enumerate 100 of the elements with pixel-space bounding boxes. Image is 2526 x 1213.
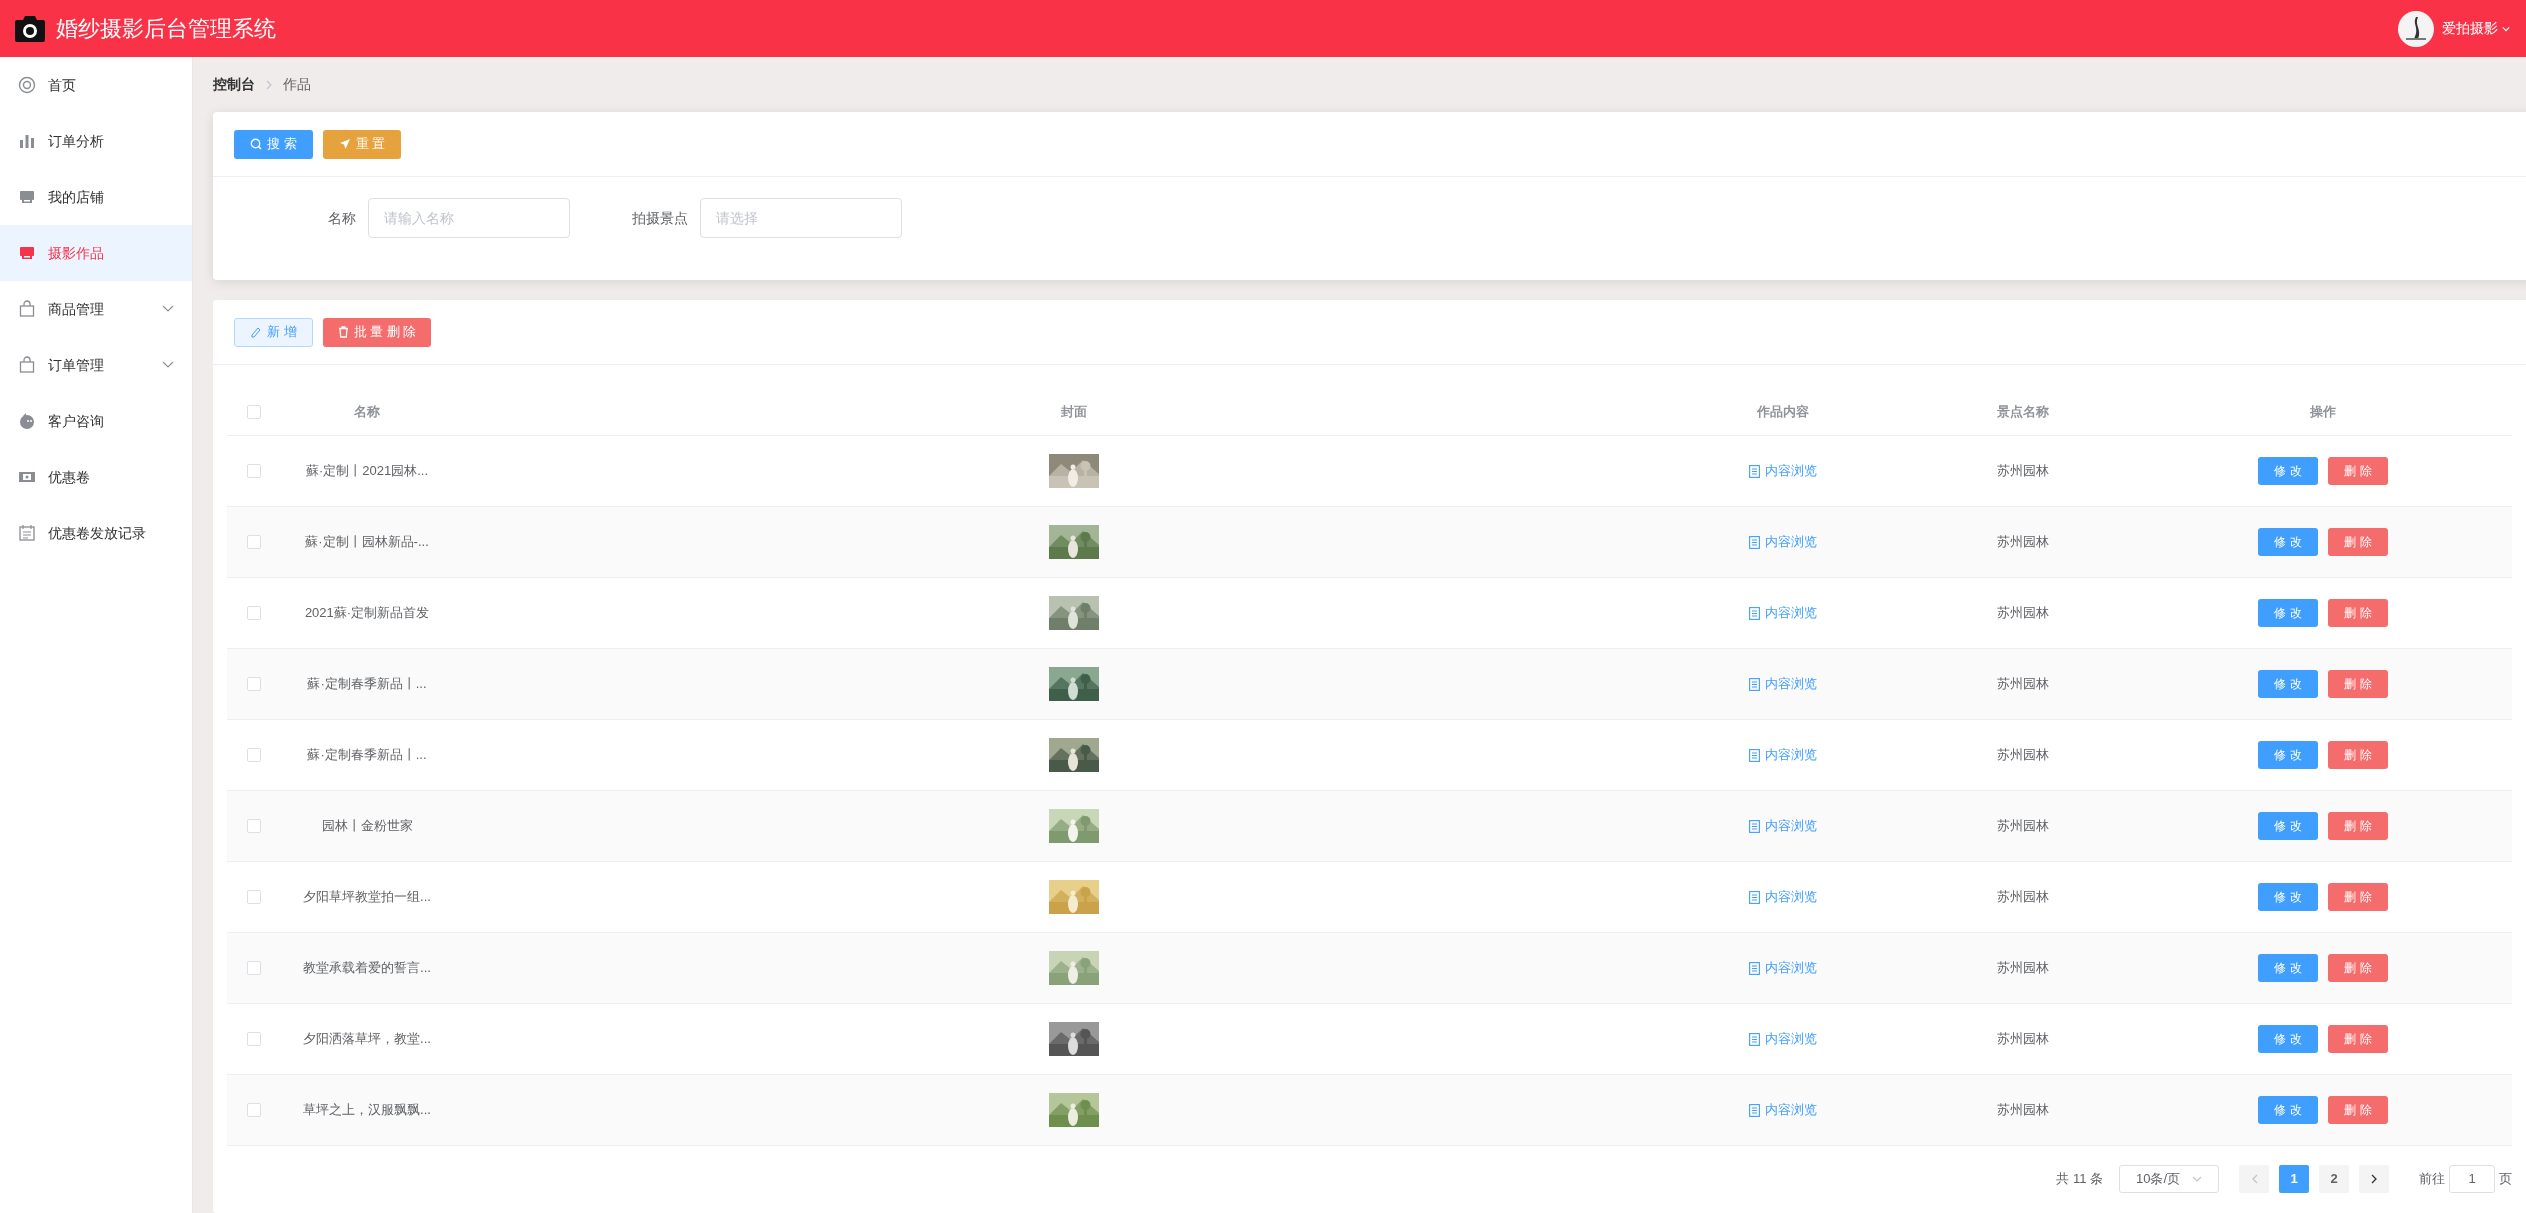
sidebar-item[interactable]: 订单分析 xyxy=(0,113,192,169)
user-menu[interactable]: 爱拍摄影 xyxy=(2442,18,2512,39)
page-button[interactable]: 1 xyxy=(2279,1165,2309,1193)
bar-chart-icon xyxy=(18,132,36,150)
sidebar-item[interactable]: 摄影作品 xyxy=(0,225,192,281)
view-content-link[interactable]: 内容浏览 xyxy=(1749,461,1817,481)
checkbox[interactable] xyxy=(247,464,261,478)
sidebar-item[interactable]: 首页 xyxy=(0,57,192,113)
breadcrumb-item[interactable]: 控制台 xyxy=(213,74,255,95)
column-header: 作品内容 xyxy=(1757,402,1809,421)
sidebar-item[interactable]: 客户咨询 xyxy=(0,393,192,449)
goto-label: 前往 xyxy=(2419,1170,2445,1189)
sidebar-item[interactable]: 订单管理 xyxy=(0,337,192,393)
edit-button[interactable]: 修 改 xyxy=(2258,883,2318,911)
input-field[interactable]: 请输入名称 xyxy=(368,198,570,238)
view-content-link[interactable]: 内容浏览 xyxy=(1749,1100,1817,1120)
table-cell-text: 夕阳草坪教堂拍一组... xyxy=(303,888,431,907)
sidebar-item[interactable]: 商品管理 xyxy=(0,281,192,337)
delete-button[interactable]: 删 除 xyxy=(2328,457,2388,485)
checkbox[interactable] xyxy=(247,890,261,904)
checkbox[interactable] xyxy=(247,535,261,549)
edit-button[interactable]: 修 改 xyxy=(2258,741,2318,769)
chevron-right-icon xyxy=(265,79,273,90)
page-size-select[interactable]: 10条/页 xyxy=(2119,1165,2219,1193)
edit-button[interactable]: 修 改 xyxy=(2258,599,2318,627)
table-cell-text: 苏州园林 xyxy=(1997,888,2049,907)
checkbox[interactable] xyxy=(247,606,261,620)
document-icon xyxy=(1749,606,1760,620)
delete-button[interactable]: 删 除 xyxy=(2328,1025,2388,1053)
select-field[interactable]: 请选择 xyxy=(700,198,902,238)
sidebar-item[interactable]: 我的店铺 xyxy=(0,169,192,225)
table-cell-text: 苏州园林 xyxy=(1997,746,2049,765)
column-header: 名称 xyxy=(354,402,380,421)
delete-button[interactable]: 删 除 xyxy=(2328,954,2388,982)
checkbox[interactable] xyxy=(247,1103,261,1117)
checkbox[interactable] xyxy=(247,1032,261,1046)
edit-button[interactable]: 修 改 xyxy=(2258,528,2318,556)
document-icon xyxy=(1749,677,1760,691)
delete-button[interactable]: 删 除 xyxy=(2328,1096,2388,1124)
table-cell-text: 苏州园林 xyxy=(1997,1030,2049,1049)
camera-icon xyxy=(14,14,46,43)
table-cell-text: 园林丨金粉世家 xyxy=(321,817,413,836)
batch-delete-button[interactable]: 批 量 删 除 xyxy=(322,317,432,347)
sidebar-item[interactable]: 优惠卷发放记录 xyxy=(0,505,192,561)
circle-icon xyxy=(18,76,36,94)
table-cell-text: 苏州园林 xyxy=(1997,817,2049,836)
view-content-link[interactable]: 内容浏览 xyxy=(1749,1029,1817,1049)
edit-button[interactable]: 修 改 xyxy=(2258,457,2318,485)
document-icon xyxy=(1749,1032,1760,1046)
page-button[interactable]: 2 xyxy=(2319,1165,2349,1193)
delete-button[interactable]: 删 除 xyxy=(2328,741,2388,769)
delete-button[interactable]: 删 除 xyxy=(2328,528,2388,556)
shop-icon xyxy=(18,244,36,262)
next-page-button[interactable] xyxy=(2359,1165,2389,1193)
checkbox[interactable] xyxy=(247,961,261,975)
view-content-link[interactable]: 内容浏览 xyxy=(1749,745,1817,765)
delete-button[interactable]: 删 除 xyxy=(2328,599,2388,627)
view-content-link[interactable]: 内容浏览 xyxy=(1749,887,1817,907)
view-content-link[interactable]: 内容浏览 xyxy=(1749,532,1817,552)
edit-button[interactable]: 修 改 xyxy=(2258,812,2318,840)
edit-button[interactable]: 修 改 xyxy=(2258,1025,2318,1053)
reset-button[interactable]: 重 置 xyxy=(322,129,402,159)
sidebar-item[interactable]: 优惠卷 xyxy=(0,449,192,505)
checkbox[interactable] xyxy=(247,677,261,691)
checkbox[interactable] xyxy=(247,748,261,762)
checkbox[interactable] xyxy=(247,404,261,419)
document-icon xyxy=(1749,890,1760,904)
table-cell-text: 2021蘇·定制新品首发 xyxy=(304,604,430,623)
chevron-down-icon xyxy=(2192,1176,2202,1182)
breadcrumb-item: 作品 xyxy=(283,75,311,94)
table-cell-text: 蘇·定制丨园林新品-... xyxy=(305,533,429,552)
column-header: 封面 xyxy=(1061,402,1087,421)
table-cell-text: 教堂承载着爱的誓言... xyxy=(303,959,431,978)
view-content-link[interactable]: 内容浏览 xyxy=(1749,816,1817,836)
edit-button[interactable]: 修 改 xyxy=(2258,670,2318,698)
view-content-link[interactable]: 内容浏览 xyxy=(1749,603,1817,623)
document-icon xyxy=(1749,464,1760,478)
search-icon xyxy=(250,138,262,150)
table-cell-text: 夕阳洒落草坪，教堂... xyxy=(303,1030,431,1049)
calendar-icon xyxy=(18,524,36,542)
edit-button[interactable]: 修 改 xyxy=(2258,1096,2318,1124)
table-cell-text: 蘇·定制春季新品丨... xyxy=(307,675,427,694)
document-icon xyxy=(1749,1103,1760,1117)
paper-plane-icon xyxy=(338,138,351,150)
edit-button[interactable]: 修 改 xyxy=(2258,954,2318,982)
delete-button[interactable]: 删 除 xyxy=(2328,670,2388,698)
view-content-link[interactable]: 内容浏览 xyxy=(1749,674,1817,694)
search-button[interactable]: 搜 索 xyxy=(234,129,313,159)
document-icon xyxy=(1749,748,1760,762)
checkbox[interactable] xyxy=(247,819,261,833)
document-icon xyxy=(1749,961,1760,975)
chevron-down-icon xyxy=(162,361,174,369)
page-number-field[interactable]: 1 xyxy=(2449,1165,2495,1193)
add-button[interactable]: 新 增 xyxy=(234,317,313,347)
bag-icon xyxy=(18,300,36,318)
trash-icon xyxy=(337,326,349,338)
delete-button[interactable]: 删 除 xyxy=(2328,883,2388,911)
page-unit-label: 页 xyxy=(2499,1170,2512,1189)
view-content-link[interactable]: 内容浏览 xyxy=(1749,958,1817,978)
delete-button[interactable]: 删 除 xyxy=(2328,812,2388,840)
